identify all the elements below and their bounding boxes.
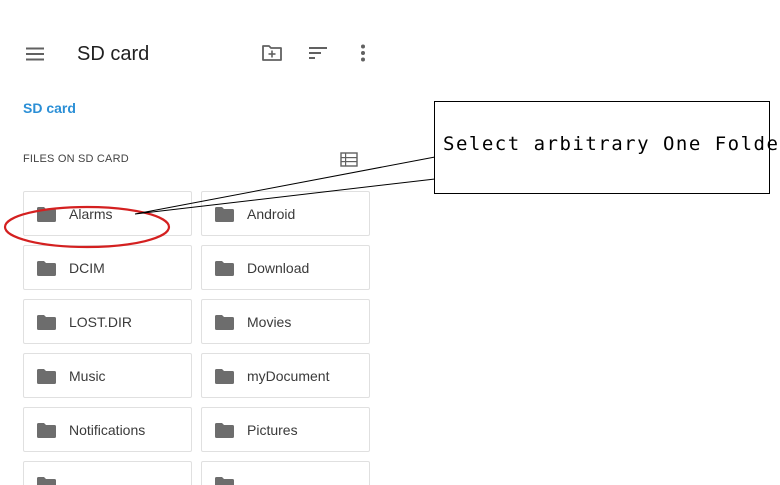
top-app-bar: SD card (0, 30, 390, 78)
folder-item[interactable]: DCIM (23, 245, 192, 290)
folder-item[interactable]: Notifications (23, 407, 192, 452)
folder-icon (37, 369, 56, 384)
folder-name: Pictures (247, 422, 298, 438)
folder-name: Alarms (69, 206, 113, 222)
folder-item[interactable]: Pictures (201, 407, 370, 452)
folder-icon (215, 315, 234, 330)
folder-name: myDocument (247, 368, 330, 384)
folder-icon (215, 423, 234, 438)
file-manager-screen: SD card SD card FILES ON SD CARD Alarms … (0, 0, 780, 485)
folder-name: Notifications (69, 422, 146, 438)
app-title: SD card (77, 43, 150, 65)
sort-button[interactable] (304, 39, 332, 67)
folder-icon (37, 315, 56, 330)
create-folder-icon (262, 45, 282, 61)
folder-item[interactable]: Alarms (23, 191, 192, 236)
folder-name: Android (247, 206, 296, 222)
folder-item[interactable]: myDocument (201, 353, 370, 398)
folder-icon (215, 261, 234, 276)
folder-icon (37, 261, 56, 276)
breadcrumb-sd-card[interactable]: SD card (23, 98, 76, 118)
folder-item[interactable]: Music (23, 353, 192, 398)
folder-name: Movies (247, 314, 292, 330)
folder-name: Download (247, 260, 310, 276)
annotation-text: Select arbitrary One Folder (443, 133, 780, 155)
folder-item[interactable]: Download (201, 245, 370, 290)
new-folder-button[interactable] (258, 39, 286, 67)
more-vert-icon (361, 44, 365, 62)
folder-name: LOST.DIR (69, 314, 133, 330)
folder-item[interactable]: Movies (201, 299, 370, 344)
annotation-callout: Select arbitrary One Folder (434, 101, 780, 194)
folder-grid: Alarms Android DCIM Download LOST.DIR Movies M… (23, 191, 373, 485)
folder-icon (37, 477, 56, 485)
folder-name: DCIM (69, 260, 105, 276)
sort-icon (309, 47, 327, 59)
folder-icon (37, 207, 56, 222)
folder-item[interactable]: LOST.DIR (23, 299, 192, 344)
view-toggle-button[interactable] (335, 145, 363, 173)
folder-item[interactable] (23, 461, 192, 485)
more-options-button[interactable] (349, 39, 377, 67)
list-view-icon (340, 151, 358, 167)
folder-item[interactable]: Android (201, 191, 370, 236)
hamburger-menu-icon (26, 47, 44, 61)
menu-button[interactable] (21, 40, 49, 68)
folder-icon (215, 477, 234, 485)
folder-item[interactable] (201, 461, 370, 485)
folder-icon (215, 207, 234, 222)
section-title: FILES ON SD CARD (23, 153, 129, 165)
folder-icon (215, 369, 234, 384)
folder-icon (37, 423, 56, 438)
folder-name: Music (69, 368, 106, 384)
